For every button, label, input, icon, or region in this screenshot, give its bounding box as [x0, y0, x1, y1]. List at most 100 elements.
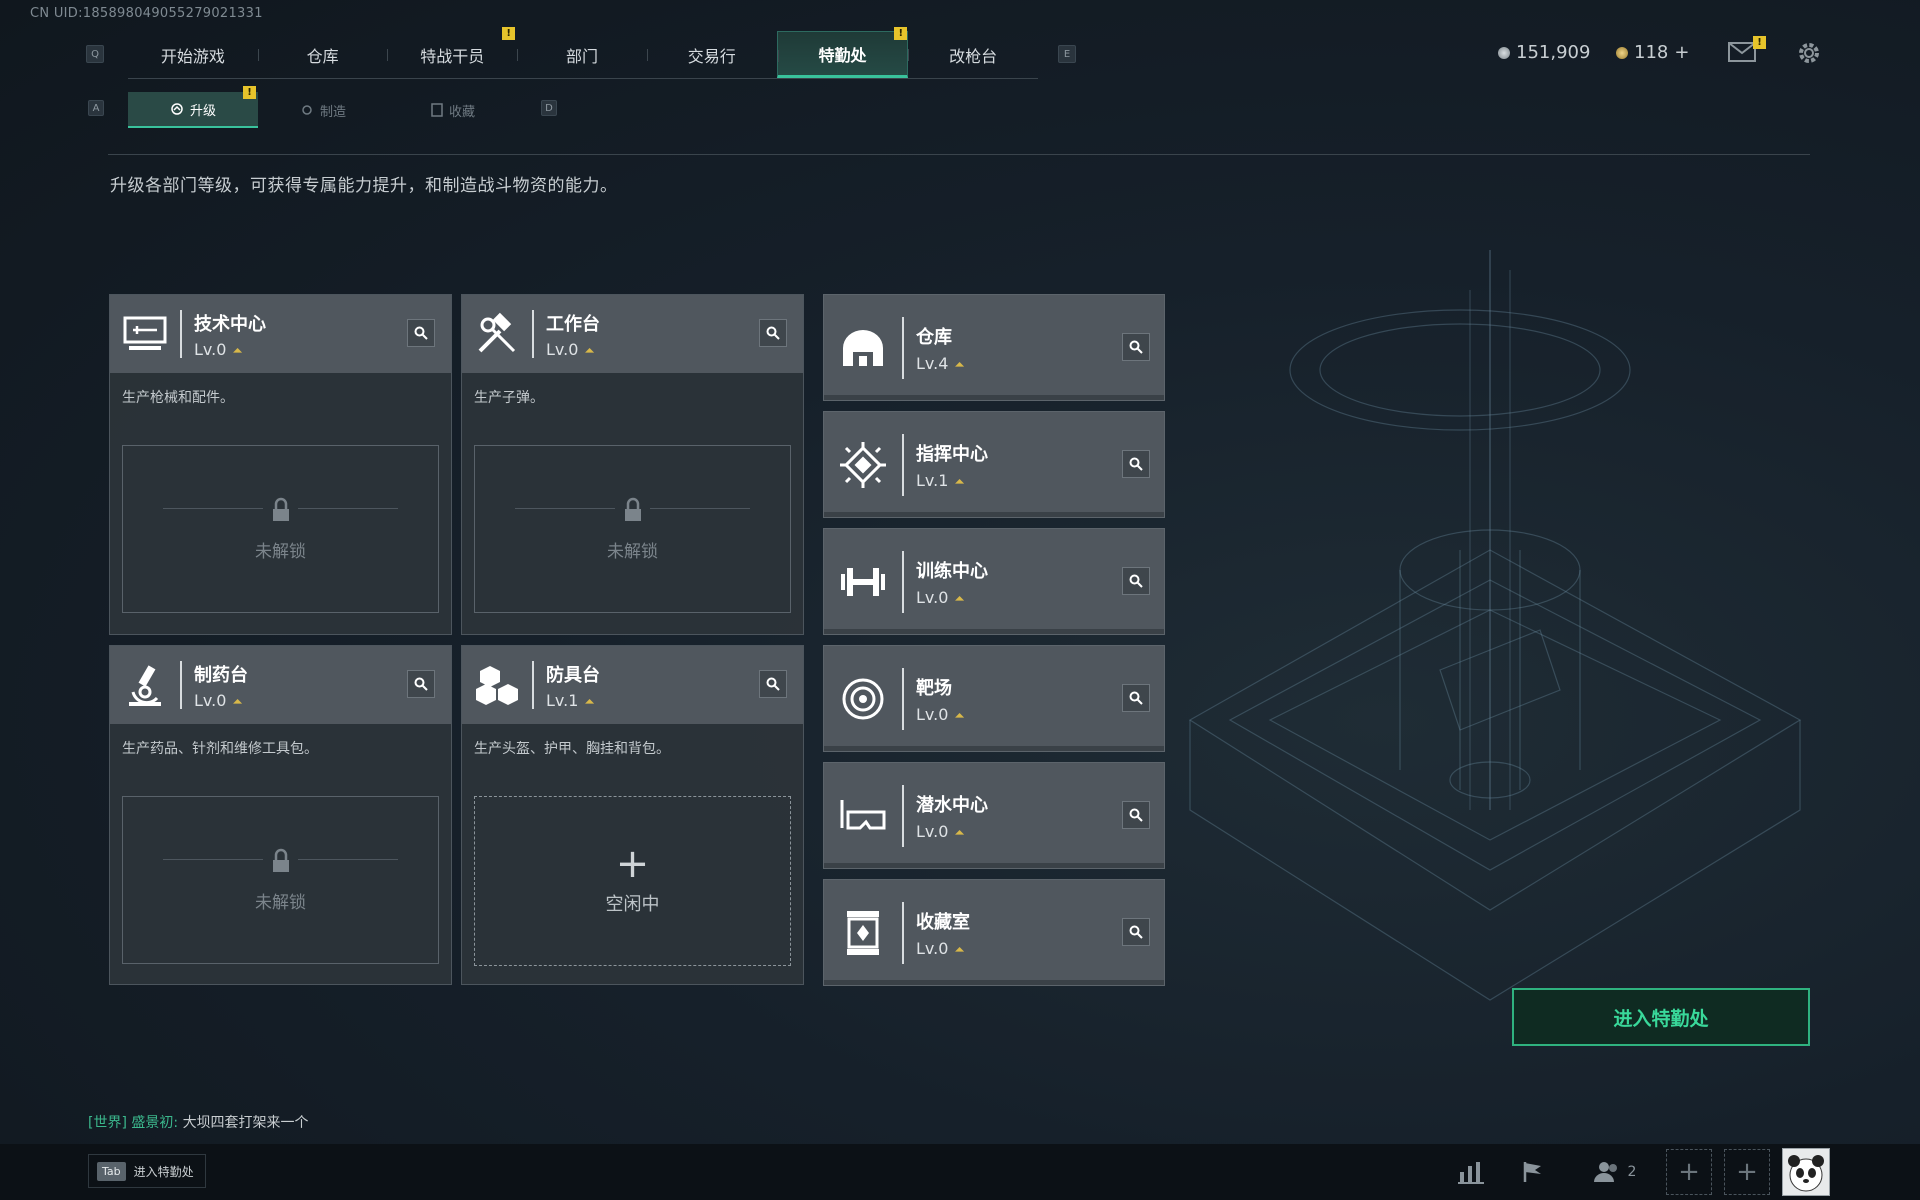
tab-gunsmith[interactable]: 改枪台: [908, 31, 1038, 78]
flag-button[interactable]: [1508, 1148, 1558, 1196]
tab-shortcut-hint[interactable]: Tab 进入特勤处: [88, 1154, 206, 1188]
tab-label: 开始游戏: [160, 46, 225, 66]
tab-trading[interactable]: 交易行: [646, 31, 777, 78]
facility-name: 防具台: [546, 664, 600, 686]
stats-button[interactable]: [1446, 1148, 1496, 1196]
target-icon: [824, 646, 902, 751]
facility-card-workbench[interactable]: 工作台 Lv.0 ⏶ 生产子弹。 未解锁: [461, 294, 804, 635]
inspect-button[interactable]: [1122, 918, 1150, 946]
tab-shortcut-label: 进入特勤处: [133, 1164, 194, 1179]
facility-level: Lv.0 ⏶: [916, 939, 970, 958]
mail-icon: [1728, 42, 1756, 62]
subtab-upgrade[interactable]: 升级 !: [128, 86, 258, 128]
inspect-button[interactable]: [407, 670, 435, 698]
facility-description: 生产头盔、护甲、胸挂和背包。: [474, 741, 670, 757]
coin-balance[interactable]: 151,909: [1498, 42, 1590, 63]
mail-button[interactable]: !: [1728, 36, 1766, 62]
tab-warehouse[interactable]: 仓库: [257, 31, 388, 78]
bond-amount: 118: [1634, 42, 1669, 63]
search-icon: [1129, 808, 1143, 822]
search-icon: [414, 677, 428, 691]
search-icon: [766, 677, 780, 691]
upgrade-arrow-icon: ⏶: [584, 343, 595, 359]
inspect-button[interactable]: [1122, 801, 1150, 829]
separator: [902, 550, 904, 613]
prev-sub-key-hint: A: [88, 100, 104, 116]
inspect-button[interactable]: [759, 670, 787, 698]
search-icon: [766, 326, 780, 340]
gear-craft-icon: [302, 105, 312, 115]
facility-row-command-center[interactable]: 指挥中心 Lv.1 ⏶: [823, 411, 1165, 518]
tab-start-game[interactable]: 开始游戏: [128, 31, 258, 78]
panda-avatar-icon: [1788, 1155, 1824, 1192]
coin-amount: 151,909: [1516, 42, 1591, 63]
vault-icon: [824, 295, 902, 400]
subtab-craft[interactable]: 制造: [258, 92, 388, 128]
facility-level: Lv.1 ⏶: [546, 691, 600, 710]
subtab-collection[interactable]: 收藏: [388, 92, 518, 128]
lock-icon: [272, 848, 289, 872]
facility-row-diving-center[interactable]: 潜水中心 Lv.0 ⏶: [823, 762, 1165, 869]
level-value: Lv.1: [546, 690, 579, 710]
facility-card-pharmacy[interactable]: 制药台 Lv.0 ⏶ 生产药品、针剂和维修工具包。 未解锁: [109, 645, 452, 985]
locked-slot: 未解锁: [122, 796, 439, 964]
search-icon: [1129, 340, 1143, 354]
separator: [902, 667, 904, 730]
level-value: Lv.0: [916, 938, 949, 958]
inspect-button[interactable]: [407, 319, 435, 347]
facility-level: Lv.0 ⏶: [916, 705, 965, 724]
chat-message[interactable]: [世界] 盛景初: 大坝四套打架来一个: [88, 1112, 309, 1132]
tab-department[interactable]: 部门: [517, 31, 647, 78]
card-header: 技术中心 Lv.0 ⏶: [110, 295, 451, 373]
main-nav: 开始游戏 仓库 特战干员! 部门 交易行 特勤处! 改枪台: [128, 27, 1038, 79]
facility-row-training-center[interactable]: 训练中心 Lv.0 ⏶: [823, 528, 1165, 635]
separator: [902, 901, 904, 964]
inspect-button[interactable]: [1122, 567, 1150, 595]
facility-name: 工作台: [546, 313, 600, 335]
inspect-button[interactable]: [1122, 684, 1150, 712]
separator: [532, 661, 534, 709]
facility-description: 生产药品、针剂和维修工具包。: [122, 741, 318, 757]
enter-special-service-button[interactable]: 进入特勤处: [1512, 988, 1810, 1046]
tab-operators[interactable]: 特战干员!: [387, 27, 517, 78]
separator: [532, 310, 534, 358]
search-icon: [1129, 457, 1143, 471]
add-bond-button[interactable]: +: [1674, 42, 1689, 63]
tab-label: 部门: [566, 46, 599, 66]
page-description: 升级各部门等级，可获得专属能力提升，和制造战斗物资的能力。: [110, 176, 618, 196]
tab-special-service[interactable]: 特勤处!: [776, 27, 909, 78]
slot-status: 空闲中: [605, 894, 660, 915]
facility-row-collection-room[interactable]: 收藏室 Lv.0 ⏶: [823, 879, 1165, 986]
friends-button[interactable]: 2: [1580, 1148, 1650, 1196]
inspect-button[interactable]: [759, 319, 787, 347]
bond-balance[interactable]: 118 +: [1616, 42, 1689, 63]
hammer-wrench-icon: [462, 295, 532, 373]
slot-status: 未解锁: [255, 541, 306, 562]
settings-button[interactable]: [1796, 40, 1822, 66]
facility-name: 靶场: [916, 677, 952, 699]
facility-row-warehouse[interactable]: 仓库 Lv.4 ⏶: [823, 294, 1165, 401]
divider: [108, 154, 1810, 155]
level-value: Lv.1: [916, 470, 949, 490]
level-value: Lv.0: [194, 339, 227, 359]
tab-label: 交易行: [687, 46, 736, 66]
upgrade-icon: [171, 103, 183, 115]
inspect-button[interactable]: [1122, 450, 1150, 478]
facility-name: 潜水中心: [916, 794, 988, 816]
idle-craft-slot[interactable]: + 空闲中: [474, 796, 791, 966]
facility-card-tech-center[interactable]: 技术中心 Lv.0 ⏶ 生产枪械和配件。 未解锁: [109, 294, 452, 635]
facility-name: 技术中心: [194, 313, 266, 335]
slot-status: 未解锁: [255, 892, 306, 913]
add-party-slot-button[interactable]: +: [1724, 1149, 1770, 1195]
add-party-slot-button[interactable]: +: [1666, 1149, 1712, 1195]
lock-icon: [624, 497, 641, 521]
friends-count: 2: [1627, 1164, 1637, 1180]
player-avatar[interactable]: [1782, 1148, 1830, 1196]
facility-row-shooting-range[interactable]: 靶场 Lv.0 ⏶: [823, 645, 1165, 752]
facility-card-armor-bench[interactable]: 防具台 Lv.1 ⏶ 生产头盔、护甲、胸挂和背包。 + 空闲中: [461, 645, 804, 985]
tab-label: 特勤处: [818, 45, 867, 65]
facility-level: Lv.0 ⏶: [916, 588, 988, 607]
upgrade-arrow-icon: ⏶: [232, 343, 243, 359]
slot-status: 未解锁: [607, 541, 658, 562]
inspect-button[interactable]: [1122, 333, 1150, 361]
